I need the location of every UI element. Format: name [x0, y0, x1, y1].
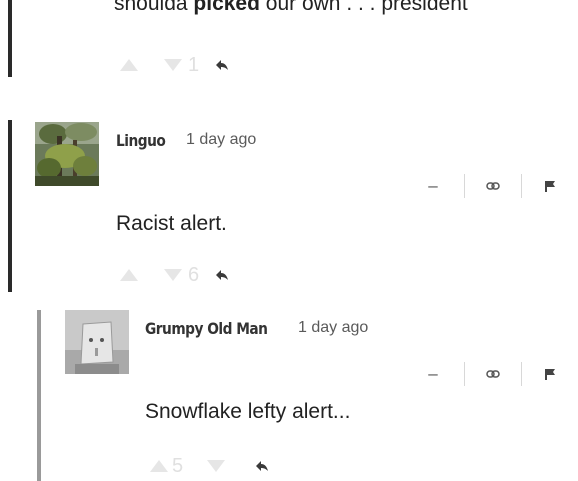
comment-tools: –: [422, 174, 578, 198]
collapse-button[interactable]: –: [422, 176, 444, 196]
upvote-button[interactable]: [120, 269, 138, 281]
downvote-button[interactable]: [164, 269, 182, 281]
comment-body: Racist alert.: [116, 212, 227, 235]
comment-body: shoulda picked our own . . . president: [114, 0, 468, 15]
author-name[interactable]: Linguo: [116, 131, 166, 150]
downvote-button[interactable]: [164, 59, 182, 71]
reply-icon[interactable]: [215, 59, 229, 71]
vote-row: 5: [150, 454, 269, 478]
avatar[interactable]: [35, 122, 99, 186]
comment-body: Snowflake lefty alert...: [145, 400, 351, 423]
timestamp[interactable]: 1 day ago: [186, 131, 256, 149]
timestamp[interactable]: 1 day ago: [298, 319, 368, 337]
upvote-count: 5: [172, 455, 184, 477]
upvote-button[interactable]: [120, 59, 138, 71]
flag-icon[interactable]: [522, 180, 578, 192]
link-icon[interactable]: [465, 369, 521, 379]
upvote-button[interactable]: [150, 460, 168, 472]
thread-bar: [8, 120, 12, 292]
flag-icon[interactable]: [522, 368, 578, 380]
link-icon[interactable]: [465, 181, 521, 191]
downvote-count: 6: [188, 264, 200, 286]
reply-icon[interactable]: [255, 460, 269, 472]
downvote-count: 1: [188, 54, 200, 76]
author-name[interactable]: Grumpy Old Man: [145, 319, 268, 338]
vote-row: 6: [120, 263, 229, 287]
reply-icon[interactable]: [215, 269, 229, 281]
comment-tools: –: [422, 362, 578, 386]
thread-bar: [8, 0, 12, 77]
avatar[interactable]: [65, 310, 129, 374]
downvote-button[interactable]: [207, 460, 226, 472]
collapse-button[interactable]: –: [422, 364, 444, 384]
thread-bar: [37, 310, 41, 481]
vote-row: 1: [120, 53, 229, 77]
